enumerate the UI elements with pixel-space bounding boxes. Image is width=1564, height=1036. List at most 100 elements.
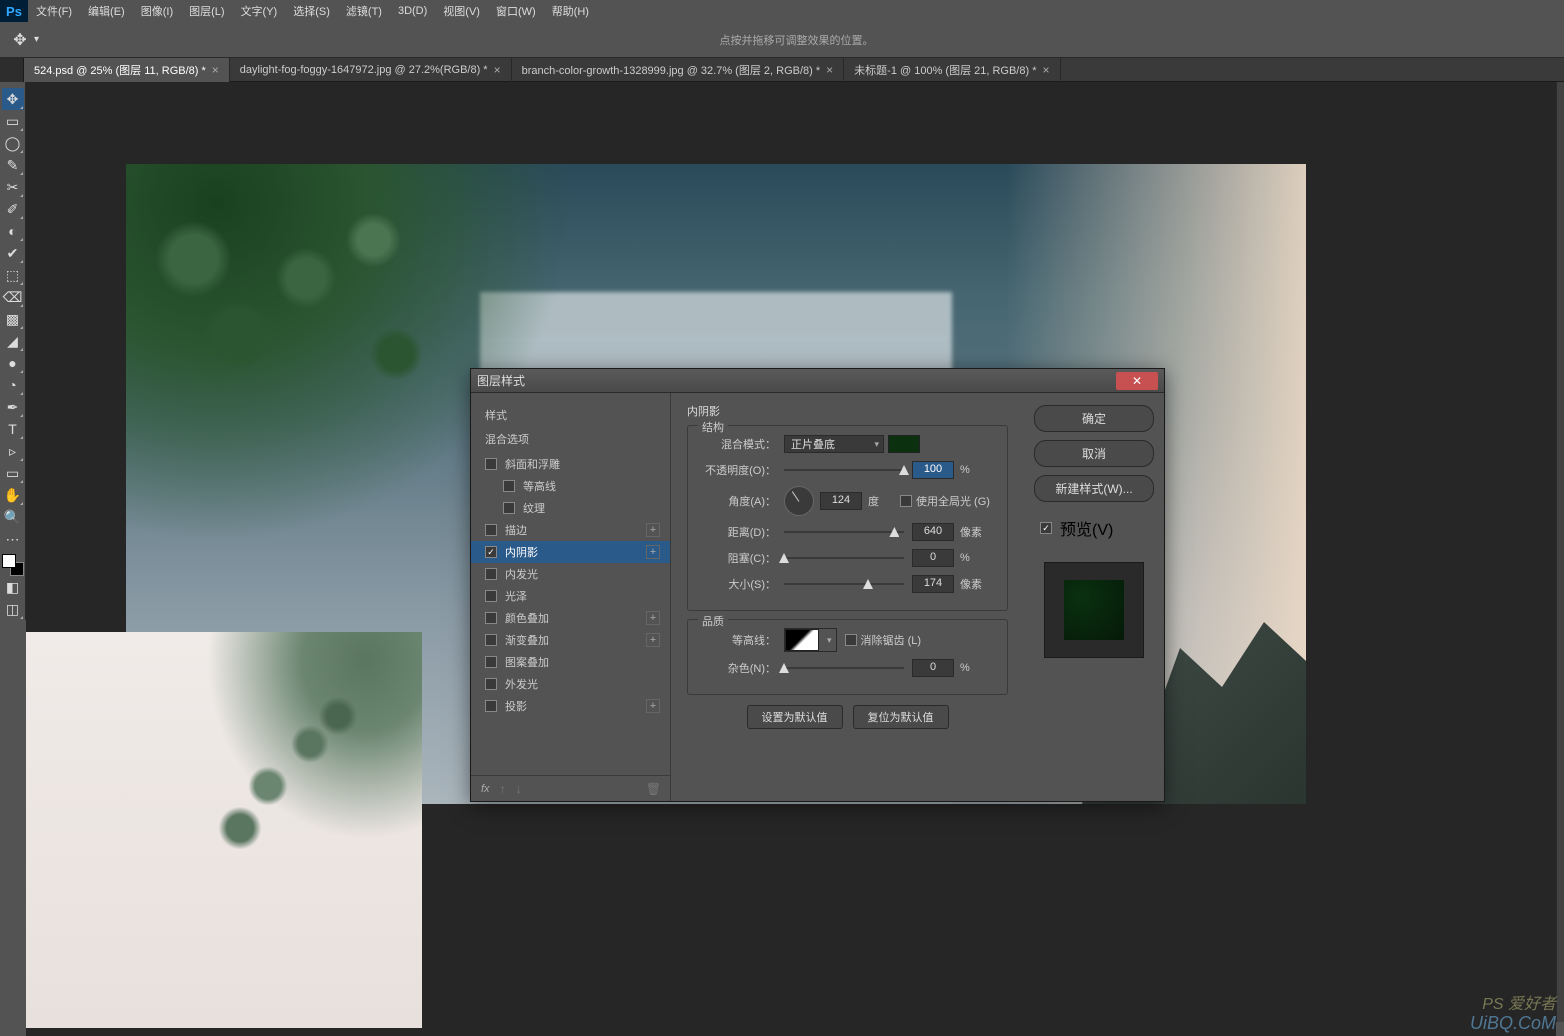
choke-input[interactable]: 0 <box>912 549 954 567</box>
ok-button[interactable]: 确定 <box>1034 405 1154 432</box>
style-checkbox[interactable] <box>503 480 515 492</box>
style-checkbox[interactable] <box>485 612 497 624</box>
right-panel-collapsed[interactable] <box>1556 82 1564 1022</box>
dialog-titlebar[interactable]: 图层样式 ✕ <box>471 369 1164 393</box>
path-select-tool[interactable]: ▹ <box>2 440 24 462</box>
doc-tab-3[interactable]: branch-color-growth-1328999.jpg @ 32.7% … <box>512 58 845 82</box>
menu-file[interactable]: 文件(F) <box>28 3 80 19</box>
preview-checkbox[interactable]: 预览(V) <box>1034 516 1154 540</box>
quick-select-tool[interactable]: ✎ <box>2 154 24 176</box>
distance-input[interactable]: 640 <box>912 523 954 541</box>
menu-view[interactable]: 视图(V) <box>435 3 488 19</box>
add-effect-icon[interactable]: + <box>646 699 660 713</box>
menu-type[interactable]: 文字(Y) <box>233 3 286 19</box>
zoom-tool[interactable]: 🔍 <box>2 506 24 528</box>
menu-layer[interactable]: 图层(L) <box>181 3 232 19</box>
blending-options-item[interactable]: 混合选项 <box>471 427 670 451</box>
menu-window[interactable]: 窗口(W) <box>488 3 544 19</box>
menu-help[interactable]: 帮助(H) <box>544 3 597 19</box>
add-effect-icon[interactable]: + <box>646 611 660 625</box>
style-checkbox[interactable] <box>485 546 497 558</box>
style-item-7[interactable]: 颜色叠加+ <box>471 607 670 629</box>
close-icon[interactable]: × <box>826 63 833 77</box>
antialias-checkbox[interactable]: 消除锯齿 (L) <box>845 632 922 648</box>
menu-3d[interactable]: 3D(D) <box>390 5 435 17</box>
doc-tab-1[interactable]: 524.psd @ 25% (图层 11, RGB/8) *× <box>24 58 230 82</box>
dialog-close-button[interactable]: ✕ <box>1116 372 1158 390</box>
style-item-3[interactable]: 描边+ <box>471 519 670 541</box>
eraser-tool[interactable]: ▩ <box>2 308 24 330</box>
style-checkbox[interactable] <box>485 524 497 536</box>
make-default-button[interactable]: 设置为默认值 <box>747 705 843 729</box>
dodge-tool[interactable]: ◔ <box>2 374 24 396</box>
edit-toolbar[interactable]: ⋯ <box>2 528 24 550</box>
style-checkbox[interactable] <box>485 590 497 602</box>
style-item-1[interactable]: 等高线 <box>471 475 670 497</box>
style-item-0[interactable]: 斜面和浮雕 <box>471 453 670 475</box>
style-item-5[interactable]: 内发光 <box>471 563 670 585</box>
marquee-tool[interactable]: ▭ <box>2 110 24 132</box>
move-tool[interactable]: ✥ <box>2 88 24 110</box>
healing-tool[interactable]: ◐ <box>2 220 24 242</box>
type-tool[interactable]: T <box>2 418 24 440</box>
style-item-8[interactable]: 渐变叠加+ <box>471 629 670 651</box>
pen-tool[interactable]: ✒ <box>2 396 24 418</box>
style-checkbox[interactable] <box>485 458 497 470</box>
color-swatches[interactable] <box>2 554 24 576</box>
opacity-input[interactable]: 100 <box>912 461 954 479</box>
style-item-2[interactable]: 纹理 <box>471 497 670 519</box>
doc-tab-2[interactable]: daylight-fog-foggy-1647972.jpg @ 27.2%(R… <box>230 58 512 82</box>
distance-slider[interactable] <box>784 531 904 533</box>
menu-filter[interactable]: 滤镜(T) <box>338 3 390 19</box>
add-effect-icon[interactable]: + <box>646 523 660 537</box>
arrow-up-icon[interactable]: ↑ <box>500 782 506 796</box>
style-item-11[interactable]: 投影+ <box>471 695 670 717</box>
cancel-button[interactable]: 取消 <box>1034 440 1154 467</box>
shape-tool[interactable]: ▭ <box>2 462 24 484</box>
close-icon[interactable]: × <box>212 63 219 77</box>
reset-default-button[interactable]: 复位为默认值 <box>853 705 949 729</box>
angle-dial[interactable] <box>784 486 814 516</box>
blur-tool[interactable]: ● <box>2 352 24 374</box>
noise-input[interactable]: 0 <box>912 659 954 677</box>
brush-tool[interactable]: ✔ <box>2 242 24 264</box>
hand-tool[interactable]: ✋ <box>2 484 24 506</box>
gradient-tool[interactable]: ◢ <box>2 330 24 352</box>
doc-tab-4[interactable]: 未标题-1 @ 100% (图层 21, RGB/8) *× <box>844 58 1060 82</box>
global-light-checkbox[interactable]: 使用全局光 (G) <box>900 493 990 509</box>
angle-input[interactable]: 124 <box>820 492 862 510</box>
close-icon[interactable]: × <box>494 63 501 77</box>
overlay-branch-image[interactable] <box>26 632 422 1028</box>
noise-slider[interactable] <box>784 667 904 669</box>
size-slider[interactable] <box>784 583 904 585</box>
style-item-10[interactable]: 外发光 <box>471 673 670 695</box>
contour-picker[interactable] <box>784 628 837 652</box>
menu-edit[interactable]: 编辑(E) <box>80 3 133 19</box>
move-tool-dropdown[interactable]: ▾ <box>34 34 39 45</box>
blend-mode-dropdown[interactable]: 正片叠底 <box>784 435 884 453</box>
quickmask-tool[interactable]: ◧ <box>2 576 24 598</box>
lasso-tool[interactable]: ◯ <box>2 132 24 154</box>
add-effect-icon[interactable]: + <box>646 633 660 647</box>
shadow-color-swatch[interactable] <box>888 435 920 453</box>
close-icon[interactable]: × <box>1042 63 1049 77</box>
style-checkbox[interactable] <box>485 634 497 646</box>
opacity-slider[interactable] <box>784 469 904 471</box>
foreground-color[interactable] <box>2 554 16 568</box>
menu-select[interactable]: 选择(S) <box>285 3 338 19</box>
style-item-4[interactable]: 内阴影+ <box>471 541 670 563</box>
crop-tool[interactable]: ✂ <box>2 176 24 198</box>
menu-image[interactable]: 图像(I) <box>133 3 181 19</box>
style-checkbox[interactable] <box>485 678 497 690</box>
eyedropper-tool[interactable]: ✐ <box>2 198 24 220</box>
style-item-6[interactable]: 光泽 <box>471 585 670 607</box>
style-checkbox[interactable] <box>503 502 515 514</box>
style-checkbox[interactable] <box>485 700 497 712</box>
screenmode-tool[interactable]: ◫ <box>2 598 24 620</box>
move-tool-icon[interactable]: ✥ <box>10 30 30 50</box>
add-effect-icon[interactable]: + <box>646 545 660 559</box>
new-style-button[interactable]: 新建样式(W)... <box>1034 475 1154 502</box>
stamp-tool[interactable]: ⬚ <box>2 264 24 286</box>
style-checkbox[interactable] <box>485 568 497 580</box>
style-item-9[interactable]: 图案叠加 <box>471 651 670 673</box>
